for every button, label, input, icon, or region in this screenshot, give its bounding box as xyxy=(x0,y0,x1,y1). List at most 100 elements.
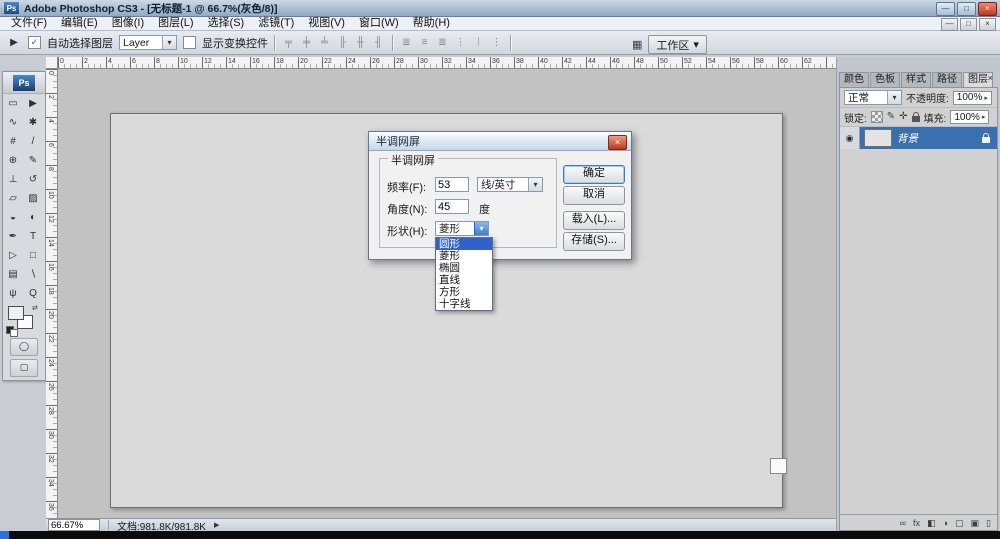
distribute-top-edges-icon[interactable]: ≣ xyxy=(399,36,414,50)
menu-select[interactable]: 选择(S) xyxy=(201,17,252,30)
clone-stamp-tool[interactable]: ⊥ xyxy=(3,170,23,189)
taskbar[interactable] xyxy=(0,531,1000,539)
toolbox-header[interactable]: Ps xyxy=(3,72,45,94)
document-restore-button[interactable]: □ xyxy=(960,18,977,31)
save-button[interactable]: 存储(S)... xyxy=(563,232,625,251)
shape-option-diamond[interactable]: 菱形 xyxy=(436,250,492,262)
slice-tool[interactable]: / xyxy=(23,132,43,151)
document-minimize-button[interactable]: — xyxy=(941,18,958,31)
title-bar[interactable]: Ps Adobe Photoshop CS3 - [无标题-1 @ 66.7%(… xyxy=(0,0,1000,17)
lock-all-icon[interactable] xyxy=(911,112,920,122)
move-tool[interactable]: ▶ xyxy=(23,94,43,113)
menu-view[interactable]: 视图(V) xyxy=(301,17,352,30)
shape-dropdown[interactable]: 菱形 ▾ xyxy=(435,221,489,236)
fill-value-box[interactable]: 100% ▸ xyxy=(950,110,990,124)
swap-colors-icon[interactable]: ⇄ xyxy=(32,304,38,312)
quick-mask-button[interactable]: ◯ xyxy=(10,338,38,356)
layer-row-background[interactable]: ◉ 背景 xyxy=(840,127,997,149)
blur-tool[interactable]: ◒ xyxy=(3,208,23,227)
eyedropper-tool[interactable]: ∖ xyxy=(23,265,43,284)
maximize-button[interactable]: □ xyxy=(957,2,976,16)
dodge-tool[interactable]: ◐ xyxy=(23,208,43,227)
minimize-button[interactable]: — xyxy=(936,2,955,16)
link-layers-icon[interactable]: ∞ xyxy=(900,516,906,530)
delete-layer-icon[interactable]: ▯ xyxy=(986,516,991,530)
distribute-vertical-centers-icon[interactable]: ≡ xyxy=(417,36,432,50)
eraser-tool[interactable]: ▱ xyxy=(3,189,23,208)
distribute-right-edges-icon[interactable]: ⋮ xyxy=(489,36,504,50)
dialog-title-bar[interactable]: 半调网屏 × xyxy=(369,132,631,151)
auto-select-target-dropdown[interactable]: Layer ▾ xyxy=(119,35,177,50)
menu-layer[interactable]: 图层(L) xyxy=(151,17,200,30)
zoom-tool[interactable]: Q xyxy=(23,284,43,303)
menu-filter[interactable]: 滤镜(T) xyxy=(251,17,301,30)
workspace-button[interactable]: 工作区 ▾ xyxy=(648,35,707,54)
distribute-horizontal-centers-icon[interactable]: ⁞ xyxy=(471,36,486,50)
close-button[interactable]: × xyxy=(978,2,997,16)
type-tool[interactable]: T xyxy=(23,227,43,246)
opacity-value-box[interactable]: 100% ▸ xyxy=(952,90,992,105)
lock-pixels-icon[interactable]: ✎ xyxy=(887,112,895,122)
distribute-bottom-edges-icon[interactable]: ≣ xyxy=(435,36,450,50)
show-transform-controls-checkbox[interactable] xyxy=(183,36,196,49)
tab-color[interactable]: 颜色 xyxy=(839,72,869,87)
blend-mode-dropdown[interactable]: 正常 ▾ xyxy=(844,90,902,105)
crop-tool[interactable]: # xyxy=(3,132,23,151)
align-top-edges-icon[interactable]: ╤ xyxy=(281,36,296,50)
shape-tool[interactable]: □ xyxy=(23,246,43,265)
dialog-close-button[interactable]: × xyxy=(608,135,627,150)
align-bottom-edges-icon[interactable]: ╧ xyxy=(317,36,332,50)
shape-option-round[interactable]: 圆形 xyxy=(436,238,492,250)
menu-help[interactable]: 帮助(H) xyxy=(406,17,457,30)
tab-swatches[interactable]: 色板 xyxy=(870,72,900,87)
pen-tool[interactable]: ✒ xyxy=(3,227,23,246)
align-horizontal-centers-icon[interactable]: ╫ xyxy=(353,36,368,50)
menu-file[interactable]: 文件(F) xyxy=(4,17,54,30)
shape-option-square[interactable]: 方形 xyxy=(436,286,492,298)
default-colors-icon[interactable] xyxy=(10,329,18,337)
screen-mode-button[interactable]: ▢ xyxy=(10,359,38,377)
lock-transparency-icon[interactable] xyxy=(870,111,883,123)
new-group-icon[interactable]: ▢ xyxy=(955,516,964,530)
tab-styles[interactable]: 样式 xyxy=(901,72,931,87)
foreground-color-swatch[interactable] xyxy=(8,306,24,320)
load-button[interactable]: 载入(L)... xyxy=(563,211,625,230)
layer-visibility-cell[interactable]: ◉ xyxy=(840,127,860,149)
shape-option-cross[interactable]: 十字线 xyxy=(436,298,492,310)
panel-close-icon[interactable]: × xyxy=(985,73,996,83)
document-close-button[interactable]: × xyxy=(979,18,996,31)
zoom-level-input[interactable] xyxy=(48,519,100,531)
gradient-tool[interactable]: ▨ xyxy=(23,189,43,208)
new-layer-icon[interactable]: ▣ xyxy=(971,516,980,530)
ok-button[interactable]: 确定 xyxy=(563,165,625,184)
tab-paths[interactable]: 路径 xyxy=(932,72,962,87)
adjustment-layer-icon[interactable]: ◑ xyxy=(943,516,948,530)
brush-tool[interactable]: ✎ xyxy=(23,151,43,170)
align-right-edges-icon[interactable]: ╢ xyxy=(371,36,386,50)
align-vertical-centers-icon[interactable]: ╪ xyxy=(299,36,314,50)
layer-style-icon[interactable]: fx xyxy=(913,516,920,530)
lasso-tool[interactable]: ∿ xyxy=(3,113,23,132)
layer-thumbnail[interactable] xyxy=(864,129,892,147)
align-left-edges-icon[interactable]: ╟ xyxy=(335,36,350,50)
quick-selection-tool[interactable]: ✱ xyxy=(23,113,43,132)
angle-input[interactable] xyxy=(435,199,469,214)
start-button[interactable] xyxy=(0,531,9,539)
cancel-button[interactable]: 取消 xyxy=(563,186,625,205)
layer-mask-icon[interactable]: ◧ xyxy=(927,516,936,530)
auto-select-layer-checkbox[interactable]: ✓ xyxy=(28,36,41,49)
history-brush-tool[interactable]: ↺ xyxy=(23,170,43,189)
menu-window[interactable]: 窗口(W) xyxy=(352,17,406,30)
healing-brush-tool[interactable]: ⊕ xyxy=(3,151,23,170)
distribute-left-edges-icon[interactable]: ⋮ xyxy=(453,36,468,50)
frequency-unit-dropdown[interactable]: 线/英寸 ▾ xyxy=(477,177,543,192)
rectangular-marquee-tool[interactable]: ▭ xyxy=(3,94,23,113)
shape-option-line[interactable]: 直线 xyxy=(436,274,492,286)
frequency-input[interactable] xyxy=(435,177,469,192)
menu-image[interactable]: 图像(I) xyxy=(105,17,151,30)
path-selection-tool[interactable]: ▷ xyxy=(3,246,23,265)
hand-tool[interactable]: ψ xyxy=(3,284,23,303)
status-popup-arrow[interactable]: ▶ xyxy=(214,521,219,529)
shape-option-ellipse[interactable]: 椭圆 xyxy=(436,262,492,274)
lock-position-icon[interactable]: ✛ xyxy=(899,112,907,122)
